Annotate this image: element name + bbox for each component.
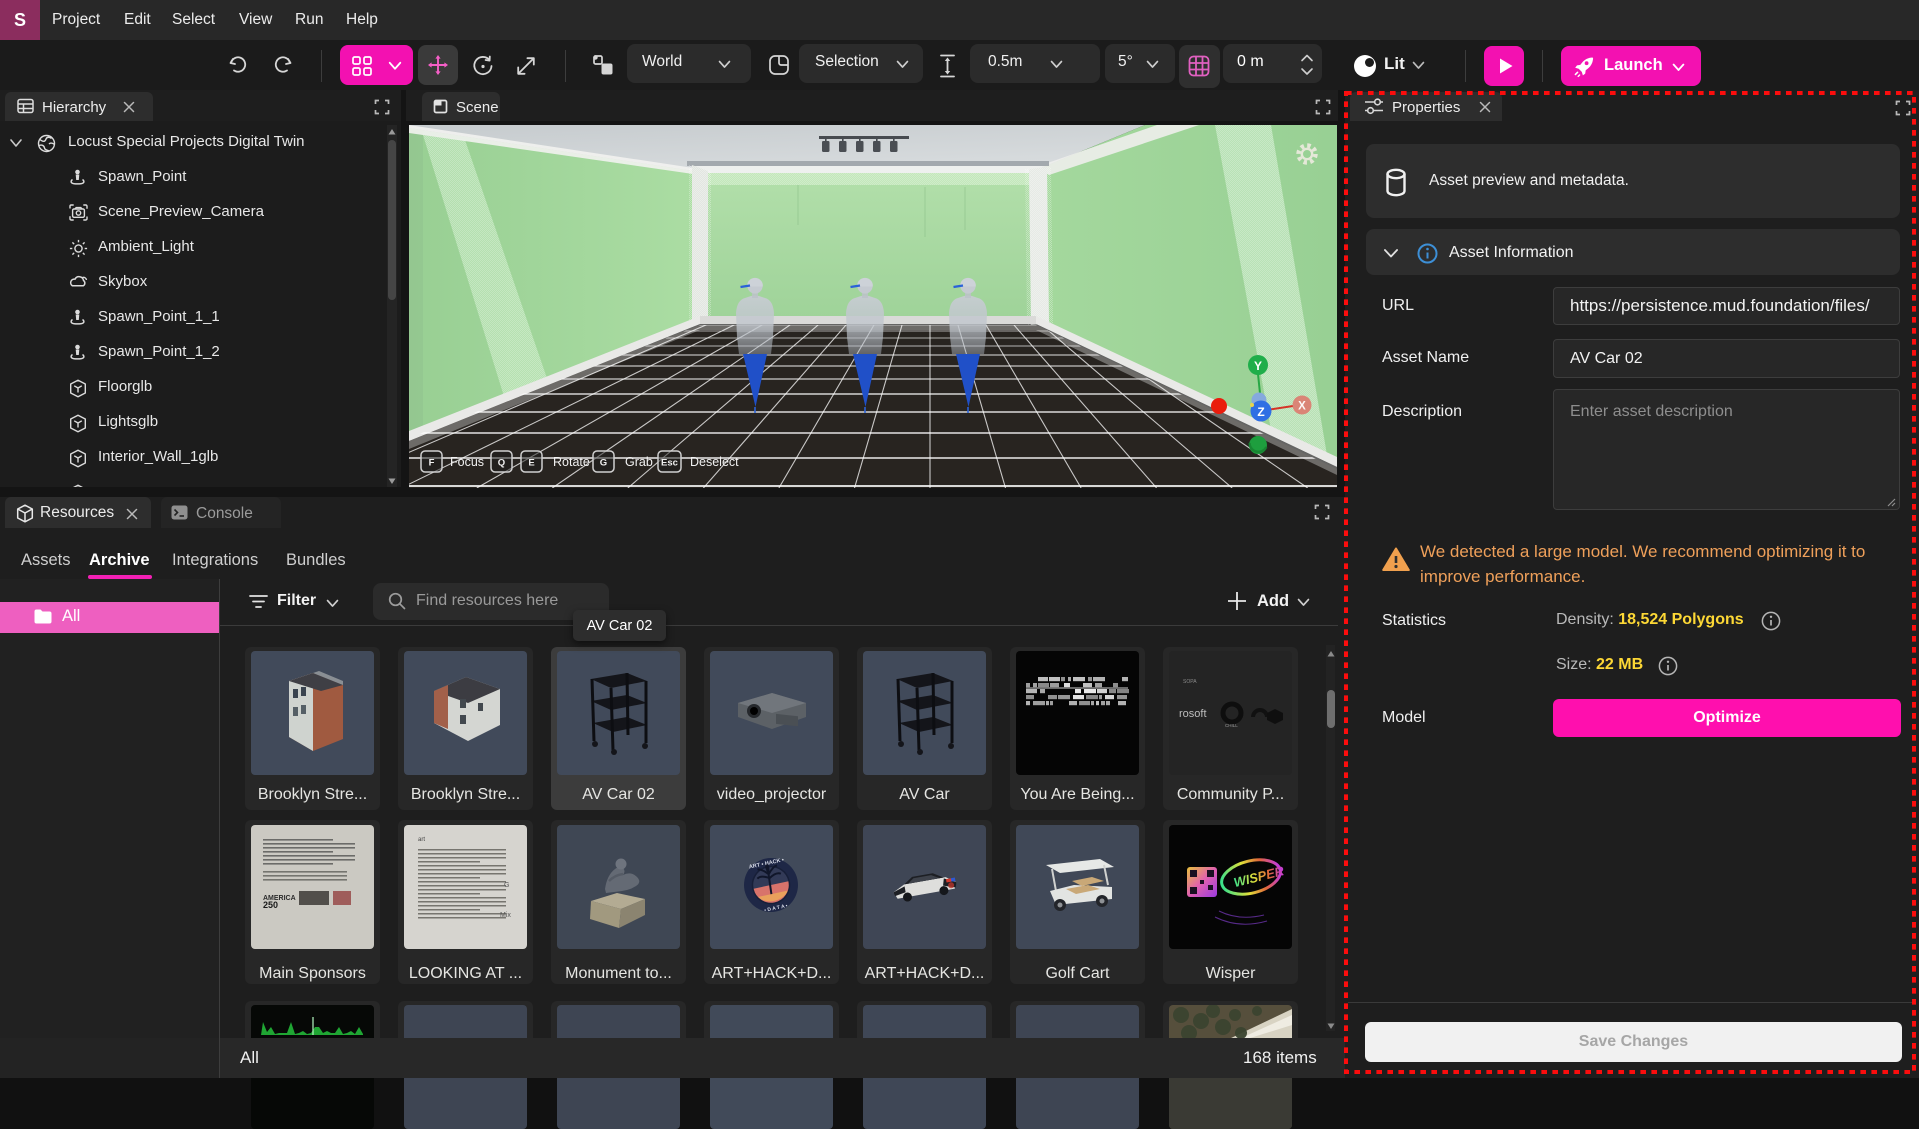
svg-text:Y: Y <box>1254 359 1262 373</box>
svg-text:F: F <box>429 458 435 469</box>
svg-text:Z: Z <box>1257 405 1264 419</box>
svg-text:G: G <box>504 882 509 889</box>
svg-text:SOPA: SOPA <box>1183 679 1197 685</box>
svg-text:E: E <box>528 458 534 469</box>
svg-text:Esc: Esc <box>661 458 678 469</box>
svg-text:Grab: Grab <box>625 455 653 469</box>
svg-text:Q: Q <box>498 458 505 469</box>
svg-text:G: G <box>600 458 607 469</box>
svg-text:CHILL: CHILL <box>1225 723 1238 728</box>
svg-text:X: X <box>1298 401 1306 413</box>
svg-text:rosoft: rosoft <box>1179 708 1207 720</box>
svg-text:250: 250 <box>263 900 278 910</box>
svg-text:art: art <box>418 837 425 843</box>
svg-text:Deselect: Deselect <box>690 455 739 469</box>
svg-text:Focus: Focus <box>450 455 484 469</box>
svg-text:Rotate: Rotate <box>553 455 590 469</box>
svg-text:Mix: Mix <box>500 912 511 919</box>
